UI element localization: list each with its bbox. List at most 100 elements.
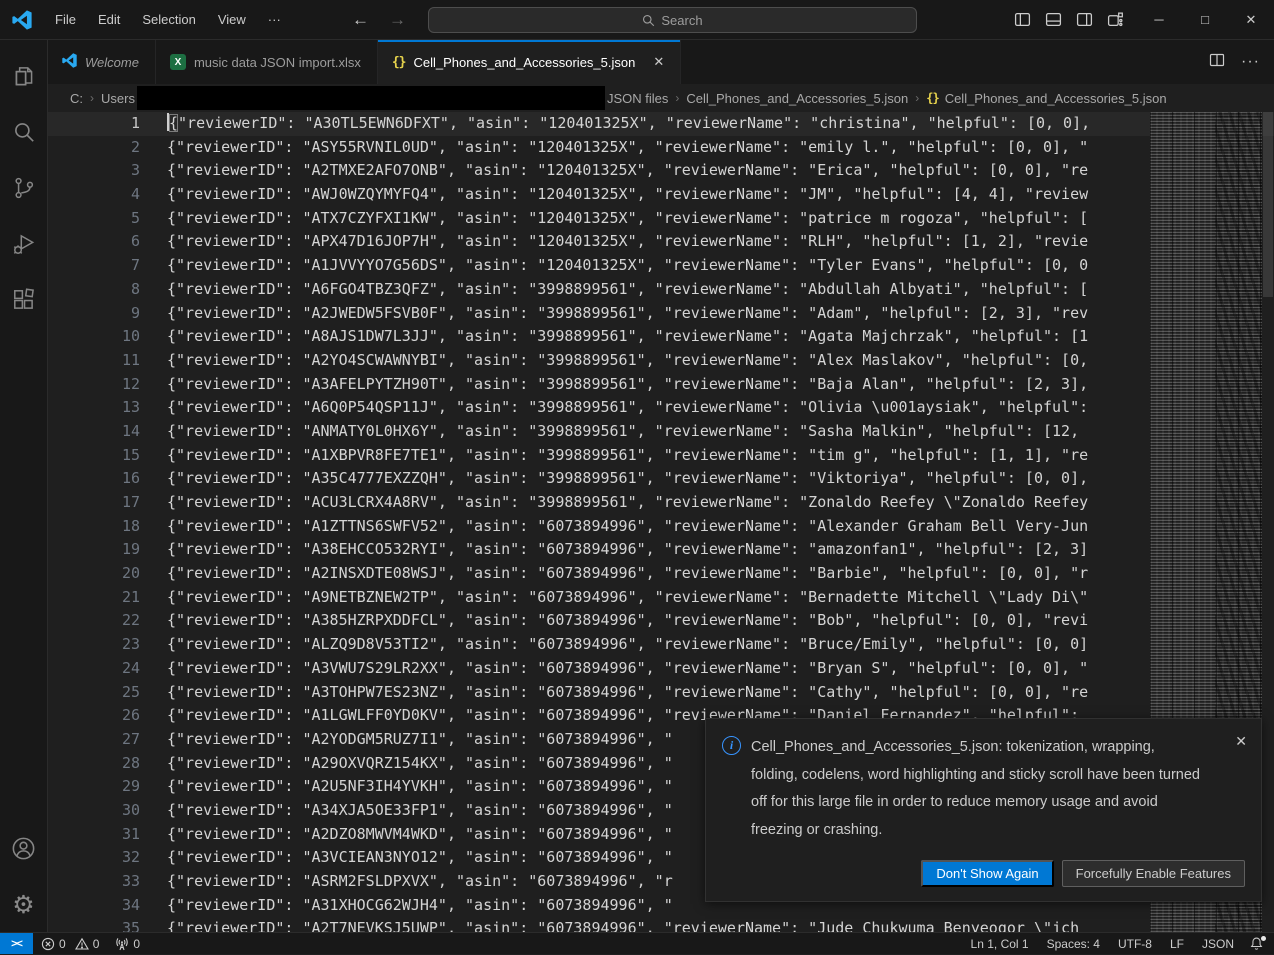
line-number: 33 (48, 870, 140, 894)
scrollbar-thumb[interactable] (1263, 112, 1273, 297)
code-line[interactable]: 16 {"reviewerID": "A35C4777EXZZQH", "asi… (48, 467, 1274, 491)
breadcrumb: C: › Users JSON files › Cell_Phones_and_… (48, 84, 1274, 112)
notifications-bell[interactable] (1243, 933, 1274, 954)
accounts-icon[interactable] (0, 820, 48, 876)
breadcrumb-drive[interactable]: C: (70, 91, 83, 106)
code-line[interactable]: 14 {"reviewerID": "ANMATY0L0HX6Y", "asin… (48, 420, 1274, 444)
code-line[interactable]: 4 {"reviewerID": "AWJ0WZQYMYFQ4", "asin"… (48, 183, 1274, 207)
extensions-icon[interactable] (0, 272, 48, 328)
redacted-path-segment (137, 86, 605, 110)
code-line[interactable]: 18 {"reviewerID": "A1ZTTNS6SWFV52", "asi… (48, 515, 1274, 539)
customize-layout-icon[interactable] (1107, 11, 1124, 28)
code-line[interactable]: 3 {"reviewerID": "A2TMXE2AFO7ONB", "asin… (48, 159, 1274, 183)
tab-welcome[interactable]: Welcome (48, 40, 156, 84)
close-tab-icon[interactable]: ✕ (653, 54, 664, 70)
code-line[interactable]: 12 {"reviewerID": "A3AFELPYTZH90T", "asi… (48, 373, 1274, 397)
line-text: {"reviewerID": "A1JVVYYO7G56DS", "asin":… (167, 254, 1088, 278)
line-number: 21 (48, 586, 140, 610)
menu-item[interactable]: Selection (131, 0, 206, 39)
toggle-panel-icon[interactable] (1045, 11, 1062, 28)
code-line[interactable]: 35 {"reviewerID": "A2T7NEVKSJ5UWP", "asi… (48, 917, 1274, 932)
line-number: 35 (48, 917, 140, 932)
line-number: 1 (48, 112, 140, 136)
split-editor-icon[interactable] (1209, 52, 1225, 73)
warning-count: 0 (93, 937, 100, 951)
menu-overflow[interactable]: ··· (257, 0, 292, 39)
code-line[interactable]: 1 {"reviewerID": "A30TL5EWN6DFXT", "asin… (48, 112, 1274, 136)
back-arrow-icon[interactable]: ← (352, 10, 369, 30)
tab-music-xlsx[interactable]: X music data JSON import.xlsx (156, 40, 378, 84)
line-text: {"reviewerID": "A35C4777EXZZQH", "asin":… (167, 467, 1088, 491)
breadcrumb-users[interactable]: Users (101, 91, 135, 106)
indentation[interactable]: Spaces: 4 (1038, 933, 1109, 954)
source-control-icon[interactable] (0, 160, 48, 216)
remote-indicator[interactable]: >< (0, 933, 33, 954)
menu-item[interactable]: File (44, 0, 87, 39)
breadcrumb-file[interactable]: Cell_Phones_and_Accessories_5.json (686, 91, 908, 106)
code-line[interactable]: 22 {"reviewerID": "A385HZRPXDDFCL", "asi… (48, 609, 1274, 633)
titlebar: FileEditSelectionView ··· ← → Search ─ □… (0, 0, 1274, 40)
code-line[interactable]: 20 {"reviewerID": "A2INSXDTE08WSJ", "asi… (48, 562, 1274, 586)
ports-status[interactable]: 0 (107, 933, 148, 954)
settings-gear-icon[interactable]: ⚙ (0, 876, 48, 932)
close-notification-icon[interactable]: ✕ (1235, 733, 1247, 750)
code-line[interactable]: 17 {"reviewerID": "ACU3LCRX4A8RV", "asin… (48, 491, 1274, 515)
line-text: {"reviewerID": "A1ZTTNS6SWFV52", "asin":… (167, 515, 1088, 539)
json-symbol-icon: {} (926, 91, 938, 105)
code-line[interactable]: 24 {"reviewerID": "A3VWU7S29LR2XX", "asi… (48, 657, 1274, 681)
code-line[interactable]: 11 {"reviewerID": "A2YO4SCWAWNYBI", "asi… (48, 349, 1274, 373)
code-line[interactable]: 7 {"reviewerID": "A1JVVYYO7G56DS", "asin… (48, 254, 1274, 278)
search-sidebar-icon[interactable] (0, 104, 48, 160)
close-window-button[interactable]: ✕ (1228, 0, 1274, 39)
explorer-icon[interactable] (0, 48, 48, 104)
code-line[interactable]: 8 {"reviewerID": "A6FGO4TBZ3QFZ", "asin"… (48, 278, 1274, 302)
breadcrumb-symbol[interactable]: Cell_Phones_and_Accessories_5.json (945, 91, 1167, 106)
line-text: {"reviewerID": "A3VCIEAN3NYO12", "asin":… (167, 846, 673, 870)
problems-status[interactable]: 0 0 (33, 933, 107, 954)
run-debug-icon[interactable] (0, 216, 48, 272)
line-text: {"reviewerID": "A6FGO4TBZ3QFZ", "asin": … (167, 278, 1088, 302)
search-input[interactable]: Search (428, 7, 917, 33)
code-line[interactable]: 21 {"reviewerID": "A9NETBZNEW2TP", "asin… (48, 586, 1274, 610)
dont-show-again-button[interactable]: Don't Show Again (921, 860, 1053, 887)
language-mode[interactable]: JSON (1193, 933, 1243, 954)
chevron-right-icon: › (675, 91, 679, 105)
code-line[interactable]: 2 {"reviewerID": "ASY55RVNIL0UD", "asin"… (48, 136, 1274, 160)
minimize-button[interactable]: ─ (1136, 0, 1182, 39)
menu-item[interactable]: Edit (87, 0, 131, 39)
code-line[interactable]: 5 {"reviewerID": "ATX7CZYFXI1KW", "asin"… (48, 207, 1274, 231)
line-number: 23 (48, 633, 140, 657)
line-text: {"reviewerID": "APX47D16JOP7H", "asin": … (167, 230, 1088, 254)
more-actions-icon[interactable]: ··· (1241, 53, 1260, 71)
code-line[interactable]: 25 {"reviewerID": "A3TOHPW7ES23NZ", "asi… (48, 681, 1274, 705)
code-line[interactable]: 19 {"reviewerID": "A38EHCCO532RYI", "asi… (48, 538, 1274, 562)
editor-group: Welcome X music data JSON import.xlsx {}… (48, 40, 1274, 932)
forward-arrow-icon[interactable]: → (389, 10, 406, 30)
tab-cell-phones-json[interactable]: {} Cell_Phones_and_Accessories_5.json ✕ (378, 40, 681, 84)
maximize-button[interactable]: □ (1182, 0, 1228, 39)
vertical-scrollbar[interactable] (1262, 112, 1274, 932)
line-number: 25 (48, 681, 140, 705)
code-line[interactable]: 13 {"reviewerID": "A6Q0P54QSP11J", "asin… (48, 396, 1274, 420)
line-text: {"reviewerID": "A8AJS1DW7L3JJ", "asin": … (167, 325, 1088, 349)
toggle-secondary-sidebar-icon[interactable] (1076, 11, 1093, 28)
toggle-sidebar-icon[interactable] (1014, 11, 1031, 28)
code-line[interactable]: 15 {"reviewerID": "A1XBPVR8FE7TE1", "asi… (48, 444, 1274, 468)
cursor-position[interactable]: Ln 1, Col 1 (962, 933, 1038, 954)
line-text: {"reviewerID": "A3AFELPYTZH90T", "asin":… (167, 373, 1088, 397)
code-line[interactable]: 6 {"reviewerID": "APX47D16JOP7H", "asin"… (48, 230, 1274, 254)
eol-sequence[interactable]: LF (1161, 933, 1193, 954)
forcefully-enable-features-button[interactable]: Forcefully Enable Features (1062, 860, 1245, 887)
code-line[interactable]: 23 {"reviewerID": "ALZQ9D8V53TI2", "asin… (48, 633, 1274, 657)
line-text: {"reviewerID": "A2JWEDW5FSVB0F", "asin":… (167, 302, 1088, 326)
search-icon (642, 14, 655, 27)
encoding[interactable]: UTF-8 (1109, 933, 1161, 954)
code-line[interactable]: 9 {"reviewerID": "A2JWEDW5FSVB0F", "asin… (48, 302, 1274, 326)
error-count: 0 (59, 937, 66, 951)
breadcrumb-folder[interactable]: JSON files (607, 91, 668, 106)
code-line[interactable]: 10 {"reviewerID": "A8AJS1DW7L3JJ", "asin… (48, 325, 1274, 349)
editor[interactable]: 1 {"reviewerID": "A30TL5EWN6DFXT", "asin… (48, 112, 1274, 932)
line-text: {"reviewerID": "A2YODGM5RUZ7I1", "asin":… (167, 728, 673, 752)
menu-item[interactable]: View (207, 0, 257, 39)
line-number: 8 (48, 278, 140, 302)
